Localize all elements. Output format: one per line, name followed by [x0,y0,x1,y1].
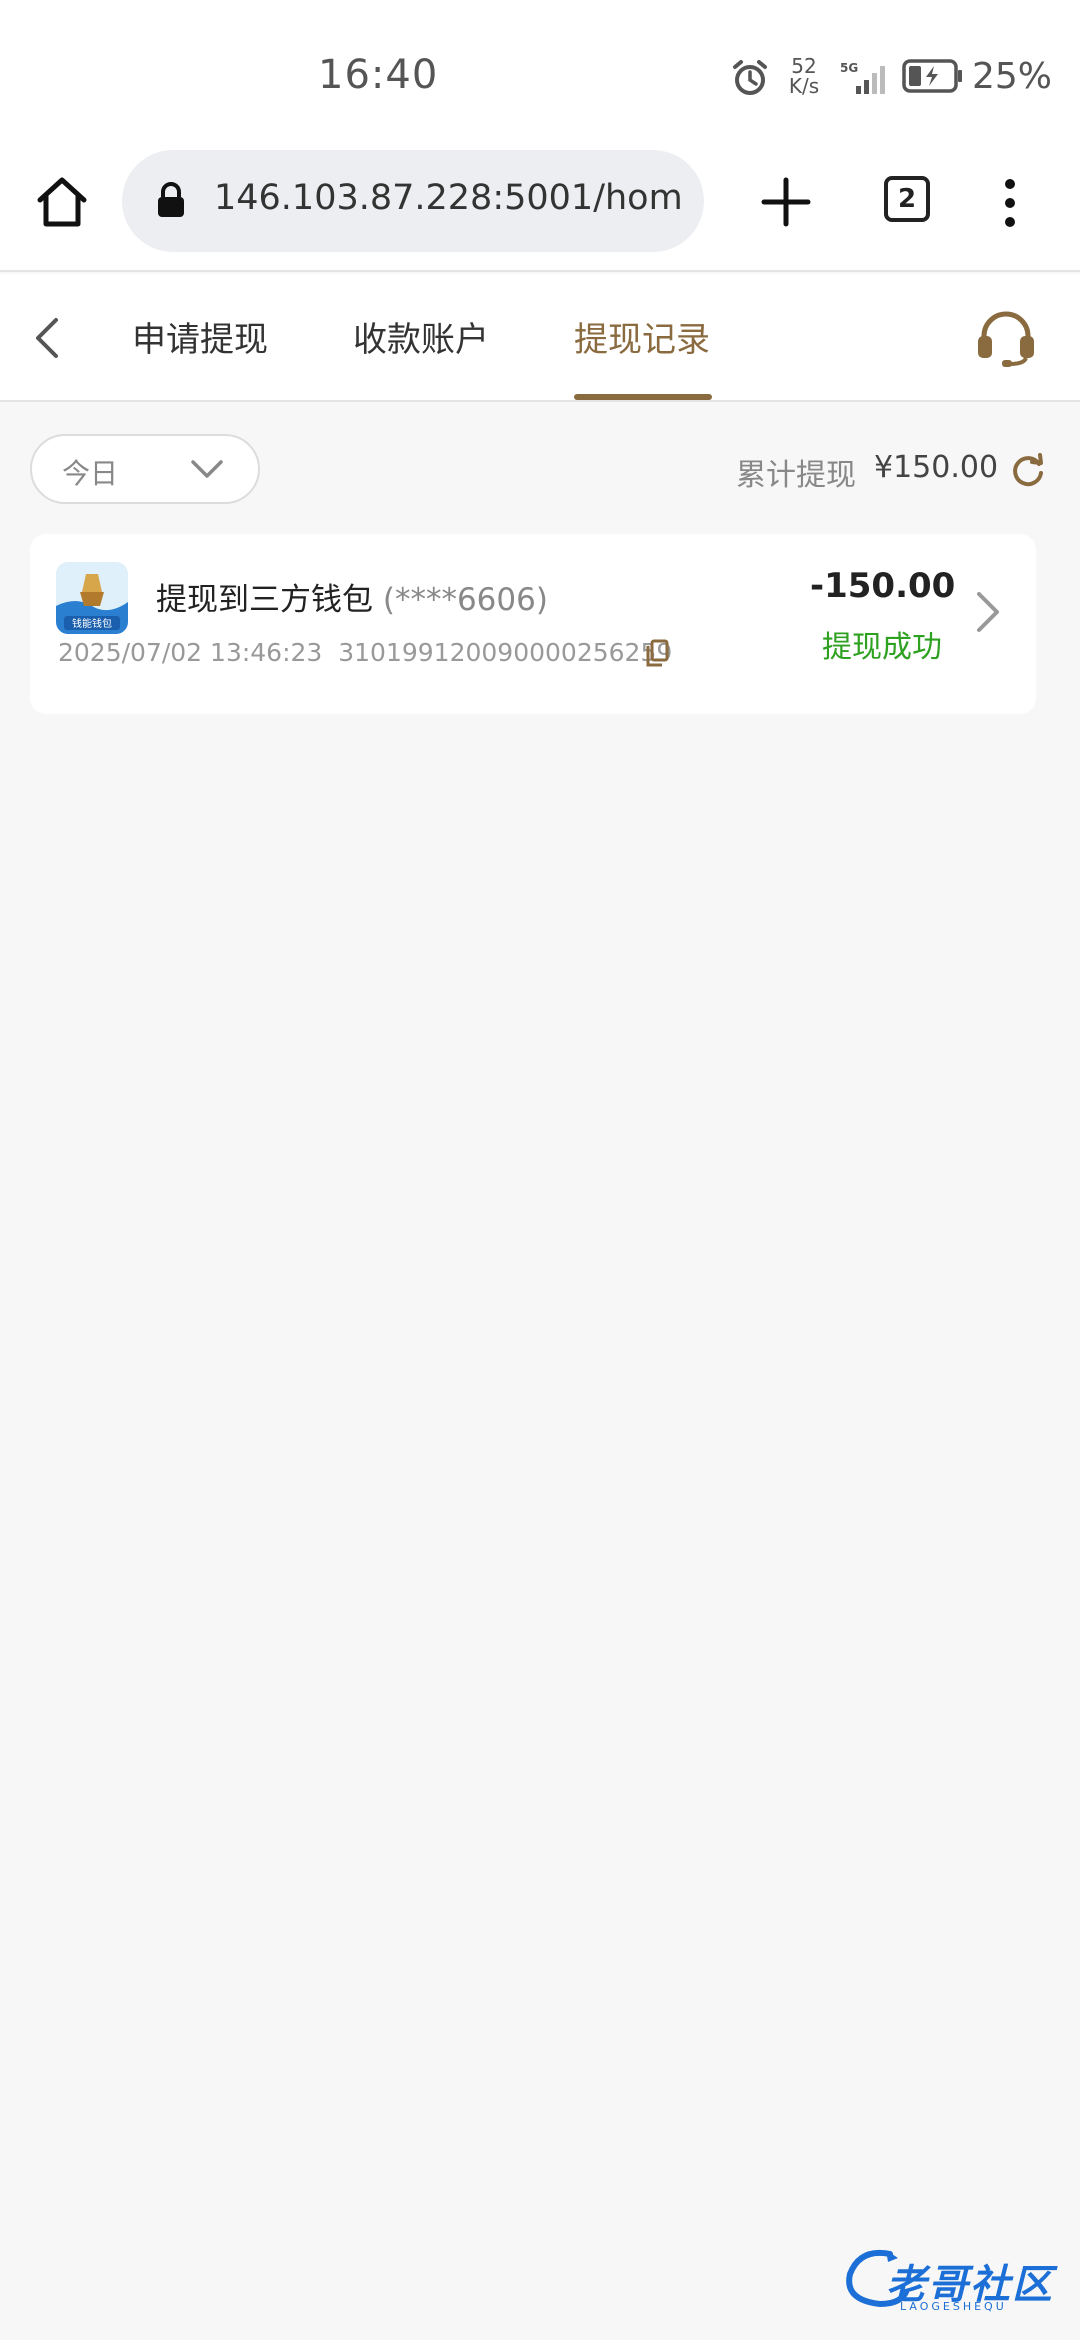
record-title-text: 提现到三方钱包 [156,582,373,618]
network-speed: 52 K/s [786,56,822,96]
network-speed-value: 52 [791,54,817,78]
tab-count-button[interactable]: 2 [884,176,930,222]
headset-icon[interactable] [974,308,1038,368]
home-icon[interactable] [30,170,94,234]
withdraw-record-item[interactable]: 钱能钱包 提现到三方钱包 (****6606) 2025/07/02 13:46… [30,534,1036,714]
network-type: 5G [840,61,858,75]
chevron-right-icon [977,592,999,632]
total-withdraw-value: ¥150.00 [874,450,999,485]
signal-icon: 5G [840,61,885,94]
wallet-logo-text: 钱能钱包 [72,617,112,630]
record-title: 提现到三方钱包 (****6606) [156,574,548,619]
lock-icon [158,182,184,217]
battery-percentage: 25% [972,56,1053,97]
status-time: 16:40 [318,52,439,98]
record-amount: -150.00 [810,566,956,606]
record-status: 提现成功 [822,630,942,665]
page-nav: 申请提现 收款账户 提现记录 [0,274,1080,402]
refresh-icon[interactable] [1010,452,1046,488]
tab-payee-accounts[interactable]: 收款账户 [353,312,489,361]
more-vertical-icon[interactable] [1000,178,1020,228]
chevron-down-icon [191,460,223,478]
record-account: (****6606) [382,582,548,618]
watermark: 老哥社区 LAOGESHEQU [840,2240,1070,2320]
url-text: 146.103.87.228:5001/home/w [214,178,684,218]
total-withdraw-label: 累计提现 [736,458,856,493]
record-meta: 2025/07/02 13:46:23 31019912009000025625… [58,638,672,667]
alarm-icon [733,60,767,95]
copy-icon[interactable] [644,638,670,668]
wallet-logo: 钱能钱包 [56,562,128,634]
tab-withdraw-records[interactable]: 提现记录 [574,312,710,361]
record-datetime: 2025/07/02 13:46:23 [58,638,323,667]
network-speed-unit: K/s [788,74,820,98]
status-bar: 16:40 52 K/s 5G 25% [0,0,1080,150]
date-range-select[interactable]: 今日 [30,434,260,504]
record-order-number: 310199120090000256259 [338,638,673,667]
watermark-subtext: LAOGESHEQU [900,2300,1007,2313]
battery-icon [902,59,962,93]
back-arrow-icon[interactable] [28,314,68,362]
date-range-value: 今日 [62,457,119,490]
browser-toolbar: 146.103.87.228:5001/home/w 2 [0,150,1080,272]
active-tab-indicator [574,394,712,400]
plus-icon[interactable] [758,174,814,230]
address-bar[interactable]: 146.103.87.228:5001/home/w [122,150,704,252]
tab-apply-withdraw[interactable]: 申请提现 [132,312,268,361]
